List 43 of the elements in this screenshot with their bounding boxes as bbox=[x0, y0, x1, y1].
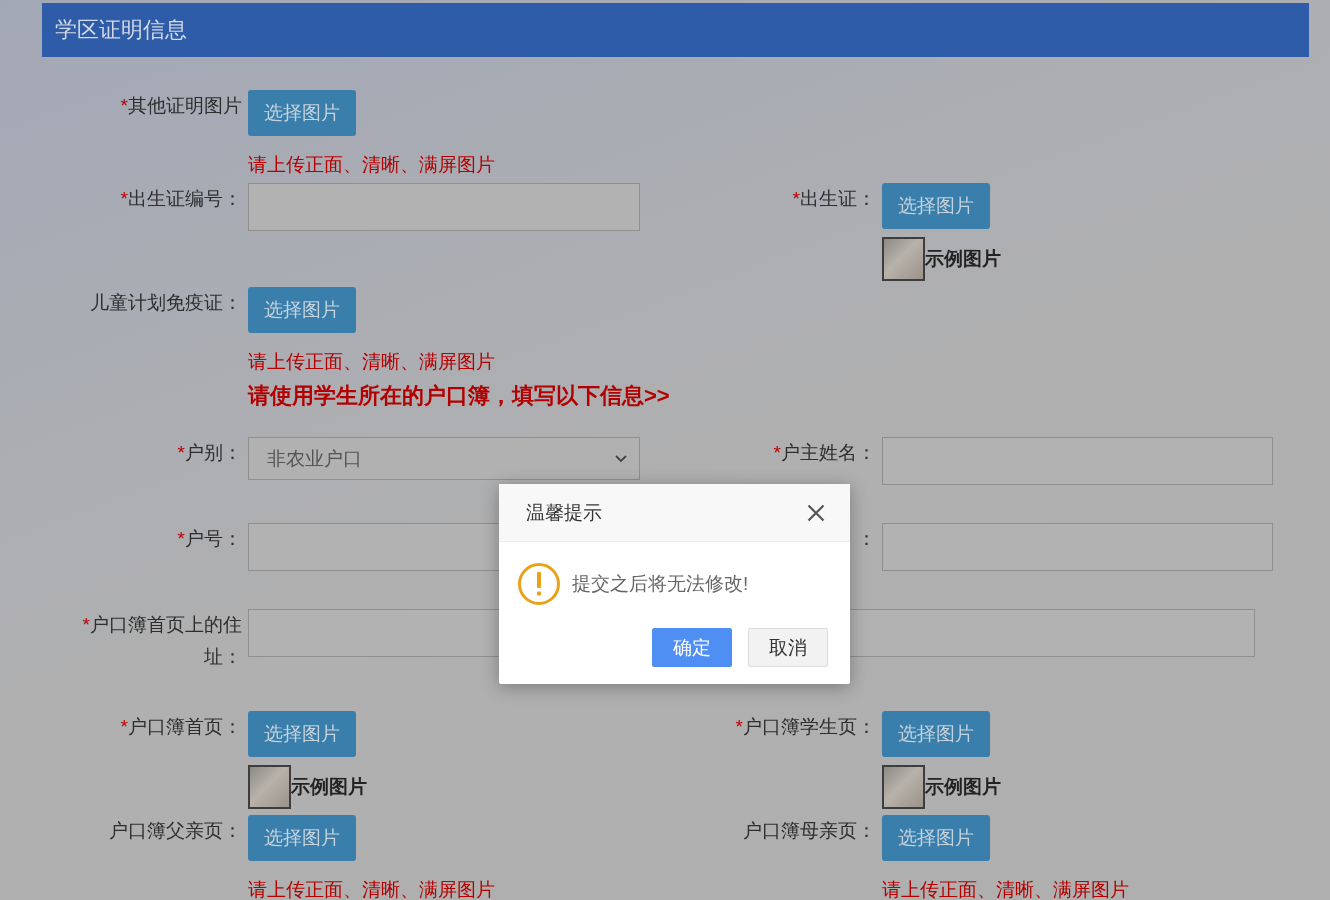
cancel-button[interactable]: 取消 bbox=[748, 628, 828, 667]
sample-caption: 示例图片 bbox=[291, 775, 367, 799]
field-label: ： bbox=[856, 527, 876, 551]
close-icon[interactable] bbox=[807, 503, 825, 522]
dialog-title: 温馨提示 bbox=[526, 500, 602, 525]
hint-text: 请上传正面、清晰、满屏图片 bbox=[248, 878, 495, 900]
photo-placeholder bbox=[248, 765, 291, 809]
photo-placeholder bbox=[882, 765, 925, 809]
field-label: *户口簿首页上的住址： bbox=[81, 613, 242, 669]
field-label: 儿童计划免疫证： bbox=[89, 291, 242, 315]
select-image-button[interactable]: 选择图片 bbox=[248, 90, 356, 136]
sample-caption: 示例图片 bbox=[925, 247, 1001, 271]
field-label: *户号： bbox=[176, 527, 242, 551]
photo-placeholder bbox=[882, 237, 925, 281]
input-field[interactable] bbox=[882, 437, 1273, 485]
field-label: *出生证： bbox=[791, 187, 876, 211]
hint-text: 请上传正面、清晰、满屏图片 bbox=[248, 153, 495, 177]
input-field[interactable] bbox=[882, 523, 1273, 571]
warning-icon bbox=[518, 563, 560, 605]
hint-text: 请上传正面、清晰、满屏图片 bbox=[248, 350, 495, 374]
select-field[interactable]: 非农业户口 bbox=[248, 437, 640, 480]
select-image-button[interactable]: 选择图片 bbox=[248, 287, 356, 333]
field-label: *户口簿学生页： bbox=[734, 715, 876, 739]
hint-text: 请上传正面、清晰、满屏图片 bbox=[882, 878, 1129, 900]
field-label: *户别： bbox=[176, 441, 242, 465]
field-label: *出生证编号： bbox=[119, 187, 242, 211]
confirm-button[interactable]: 确定 bbox=[652, 628, 732, 667]
select-image-button[interactable]: 选择图片 bbox=[882, 815, 990, 861]
select-image-button[interactable]: 选择图片 bbox=[882, 711, 990, 757]
select-image-button[interactable]: 选择图片 bbox=[248, 815, 356, 861]
field-label: 户口簿母亲页： bbox=[742, 819, 876, 843]
section-title: 学区证明信息 bbox=[55, 16, 187, 44]
field-label: *其他证明图片 bbox=[119, 94, 242, 118]
sample-caption: 示例图片 bbox=[925, 775, 1001, 799]
field-label: 户口簿父亲页： bbox=[108, 819, 242, 843]
field-label: *户主姓名： bbox=[772, 441, 876, 465]
field-label: *户口簿首页： bbox=[119, 715, 242, 739]
notice-text: 请使用学生所在的户口簿，填写以下信息>> bbox=[248, 383, 670, 408]
chevron-down-icon bbox=[615, 454, 627, 463]
dialog-message: 提交之后将无法修改! bbox=[572, 572, 749, 596]
select-image-button[interactable]: 选择图片 bbox=[248, 711, 356, 757]
select-image-button[interactable]: 选择图片 bbox=[882, 183, 990, 229]
input-field[interactable] bbox=[248, 183, 640, 231]
